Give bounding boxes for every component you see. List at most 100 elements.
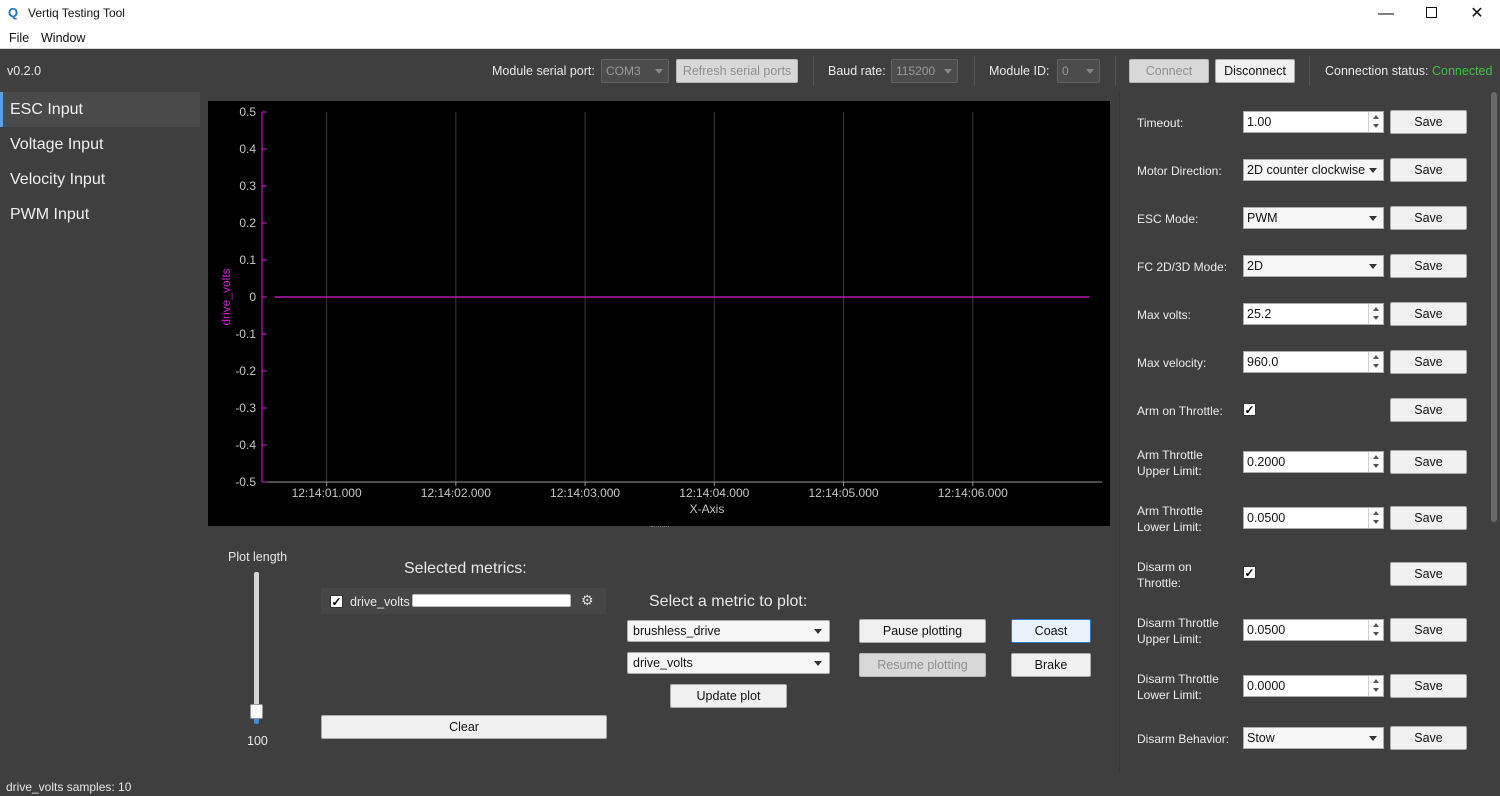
brake-button[interactable]: Brake	[1011, 653, 1091, 677]
esc-mode-select[interactable]: PWM	[1243, 207, 1384, 229]
data-point	[998, 296, 1000, 298]
gear-icon[interactable]: ⚙	[581, 592, 594, 609]
spin-down-icon	[1373, 316, 1379, 320]
max-volts-input[interactable]: 25.2	[1243, 303, 1384, 325]
close-button[interactable]: ✕	[1454, 0, 1500, 28]
connection-status-label: Connection status:	[1325, 64, 1429, 78]
pause-plotting-button[interactable]: Pause plotting	[859, 619, 986, 643]
data-point	[455, 296, 457, 298]
save-max-volts-button[interactable]: Save	[1390, 302, 1467, 326]
disarm-on-throttle-checkbox[interactable]: ✓	[1243, 566, 1256, 579]
fc-mode-select[interactable]: 2D	[1243, 255, 1384, 277]
menu-window[interactable]: Window	[41, 31, 85, 45]
save-arm-throttle-lower-button[interactable]: Save	[1390, 506, 1467, 530]
plot-length-slider[interactable]	[254, 572, 259, 722]
metric-select[interactable]: drive_volts	[627, 652, 830, 674]
disarm-throttle-lower-value: 0.0000	[1247, 679, 1286, 693]
metric-color-bar[interactable]	[412, 594, 571, 607]
save-timeout-button[interactable]: Save	[1390, 110, 1467, 134]
x-tick-label: 12:14:05.000	[808, 486, 878, 500]
timeout-input[interactable]: 1.00	[1243, 111, 1384, 133]
maximize-button[interactable]	[1408, 0, 1454, 28]
arm-throttle-lower-input[interactable]: 0.0500	[1243, 507, 1384, 529]
disarm-behavior-select[interactable]: Stow	[1243, 727, 1384, 749]
data-point	[817, 296, 819, 298]
baud-rate-label: Baud rate:	[828, 64, 886, 78]
max-velocity-input[interactable]: 960.0	[1243, 351, 1384, 373]
coast-button[interactable]: Coast	[1011, 619, 1091, 643]
serial-port-select[interactable]: COM3	[601, 59, 669, 83]
serial-port-label: Module serial port:	[492, 64, 595, 78]
sidebar-item-velocity-input[interactable]: Velocity Input	[0, 162, 200, 197]
sidebar-item-pwm-input[interactable]: PWM Input	[0, 197, 200, 232]
save-disarm-behavior-button[interactable]: Save	[1390, 726, 1467, 750]
spin-arrows[interactable]	[1368, 112, 1383, 132]
save-disarm-throttle-lower-button[interactable]: Save	[1390, 674, 1467, 698]
spin-arrows[interactable]	[1368, 304, 1383, 324]
save-disarm-on-throttle-button[interactable]: Save	[1390, 562, 1467, 586]
baud-rate-value: 115200	[896, 64, 936, 78]
minimize-button[interactable]: —	[1363, 0, 1409, 28]
connection-status-value: Connected	[1432, 64, 1493, 78]
spin-arrows[interactable]	[1368, 352, 1383, 372]
y-tick-label: -0.5	[235, 475, 256, 489]
data-point	[726, 296, 728, 298]
sidebar-item-esc-input[interactable]: ESC Input	[0, 92, 200, 127]
max-velocity-label: Max velocity:	[1137, 356, 1207, 370]
refresh-serial-ports-button[interactable]: Refresh serial ports	[676, 59, 798, 83]
clear-button[interactable]: Clear	[321, 715, 607, 739]
sidebar-item-voltage-input[interactable]: Voltage Input	[0, 127, 200, 162]
baud-rate-select[interactable]: 115200	[891, 59, 958, 83]
save-disarm-throttle-upper-button[interactable]: Save	[1390, 618, 1467, 642]
select-metric-title: Select a metric to plot:	[649, 593, 808, 610]
disarm-throttle-upper-label: Disarm Throttle Upper Limit:	[1137, 616, 1219, 646]
save-esc-mode-button[interactable]: Save	[1390, 206, 1467, 230]
spin-arrows[interactable]	[1368, 620, 1383, 640]
spin-arrows[interactable]	[1368, 452, 1383, 472]
module-id-value: 0	[1062, 64, 1069, 78]
module-select[interactable]: brushless_drive	[627, 620, 830, 642]
arm-on-throttle-checkbox[interactable]: ✓	[1243, 403, 1256, 416]
status-bar: drive_volts samples: 10	[0, 776, 1500, 796]
menu-file[interactable]: File	[9, 31, 29, 45]
arm-throttle-upper-label: Arm Throttle Upper Limit:	[1137, 448, 1203, 478]
connect-button[interactable]: Connect	[1129, 59, 1209, 83]
motor-direction-select[interactable]: 2D counter clockwise	[1243, 159, 1384, 181]
status-text: drive_volts samples: 10	[6, 780, 132, 794]
save-arm-throttle-upper-button[interactable]: Save	[1390, 450, 1467, 474]
window-title: Vertiq Testing Tool	[28, 6, 125, 20]
spin-arrows[interactable]	[1368, 676, 1383, 696]
plot-length-slider-handle[interactable]	[250, 704, 263, 719]
y-tick-label: -0.2	[235, 364, 256, 378]
spin-arrows[interactable]	[1368, 508, 1383, 528]
disarm-throttle-lower-input[interactable]: 0.0000	[1243, 675, 1384, 697]
serial-port-value: COM3	[606, 64, 641, 78]
save-fc-mode-button[interactable]: Save	[1390, 254, 1467, 278]
module-id-select[interactable]: 0	[1057, 59, 1100, 83]
max-volts-label: Max volts:	[1137, 308, 1192, 322]
settings-scrollbar-thumb[interactable]	[1491, 92, 1497, 522]
sidebar: ESC Input Voltage Input Velocity Input P…	[0, 92, 200, 772]
update-plot-button[interactable]: Update plot	[670, 684, 787, 708]
selected-metrics-title: Selected metrics:	[404, 560, 527, 577]
chevron-down-icon	[814, 629, 822, 634]
module-select-value: brushless_drive	[633, 624, 721, 638]
resume-plotting-button[interactable]: Resume plotting	[859, 653, 986, 677]
y-tick-label: 0.3	[239, 179, 256, 193]
plot-length-value: 100	[247, 734, 268, 748]
arm-throttle-upper-input[interactable]: 0.2000	[1243, 451, 1384, 473]
save-max-velocity-button[interactable]: Save	[1390, 350, 1467, 374]
plot-area[interactable]: 12:14:01.000 12:14:02.000 12:14:03.000 12:1…	[208, 101, 1110, 526]
save-motor-direction-button[interactable]: Save	[1390, 158, 1467, 182]
chevron-down-icon	[944, 69, 952, 74]
x-tick-label: 12:14:04.000	[679, 486, 749, 500]
disconnect-button[interactable]: Disconnect	[1215, 59, 1295, 83]
toolbar-divider	[1309, 56, 1310, 86]
connection-toolbar: v0.2.0 Module serial port: COM3 Refresh …	[0, 50, 1500, 92]
x-tick-label: 12:14:01.000	[292, 486, 362, 500]
metric-visible-checkbox[interactable]: ✓	[330, 595, 343, 608]
motor-direction-label: Motor Direction:	[1137, 164, 1222, 178]
disarm-throttle-upper-input[interactable]: 0.0500	[1243, 619, 1384, 641]
arm-on-throttle-label: Arm on Throttle:	[1137, 404, 1223, 418]
save-arm-on-throttle-button[interactable]: Save	[1390, 398, 1467, 422]
